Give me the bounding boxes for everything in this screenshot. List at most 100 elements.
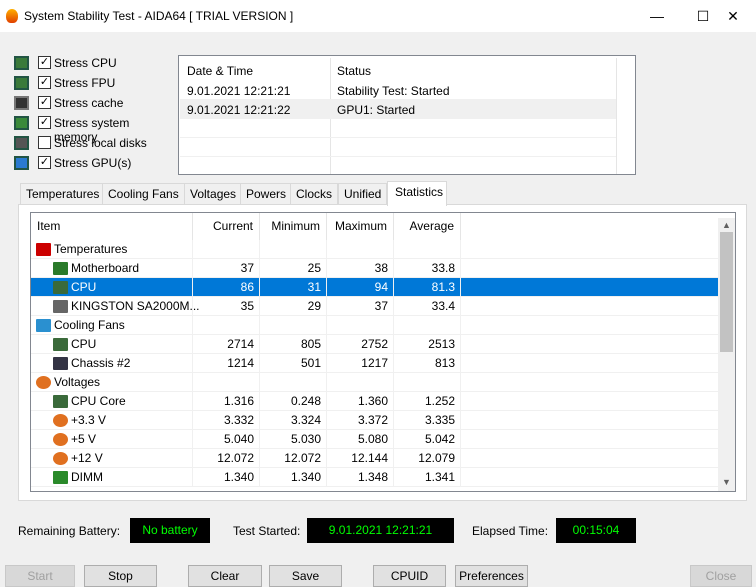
stress-option[interactable]: Stress local disks: [0, 133, 170, 153]
stat-value: 5.080: [327, 430, 394, 449]
stat-value: 35: [193, 297, 260, 316]
empty-cell: [394, 373, 461, 392]
table-row[interactable]: CPU Core 1.316 0.248 1.360 1.252: [31, 392, 719, 411]
stress-label: Stress cache: [54, 96, 124, 110]
stat-value: 3.332: [193, 411, 260, 430]
tab-voltages[interactable]: Voltages: [184, 183, 243, 205]
tab-unified[interactable]: Unified: [338, 183, 388, 205]
stress-checkbox[interactable]: ✓: [38, 76, 51, 89]
scroll-down-icon[interactable]: ▼: [722, 477, 731, 487]
stat-value: 1.360: [327, 392, 394, 411]
table-row[interactable]: +5 V 5.040 5.030 5.080 5.042: [31, 430, 719, 449]
stat-value: 3.372: [327, 411, 394, 430]
stat-value: 5.040: [193, 430, 260, 449]
clear-button[interactable]: Clear: [188, 565, 262, 587]
stress-label: Stress local disks: [54, 136, 147, 150]
stat-value: 25: [260, 259, 327, 278]
scrollbar-thumb[interactable]: [720, 232, 733, 352]
stat-value: 2752: [327, 335, 394, 354]
stress-checkbox[interactable]: ✓: [38, 156, 51, 169]
table-row[interactable]: +3.3 V 3.332 3.324 3.372 3.335: [31, 411, 719, 430]
log-datetime: 9.01.2021 12:21:22: [187, 103, 291, 117]
battery-value: No battery: [130, 518, 210, 543]
stat-value: 94: [327, 278, 394, 297]
col-header-maximum[interactable]: Maximum: [327, 213, 394, 240]
close-button[interactable]: Close: [690, 565, 752, 587]
table-row[interactable]: +12 V 12.072 12.072 12.144 12.079: [31, 449, 719, 468]
stress-option[interactable]: ✓ Stress cache: [0, 93, 170, 113]
elapsed-time-value: 00:15:04: [556, 518, 636, 543]
stress-option[interactable]: ✓ Stress system memory: [0, 113, 170, 144]
table-row[interactable]: KINGSTON SA2000M... 35 29 37 33.4: [31, 297, 719, 316]
preferences-button[interactable]: Preferences: [455, 565, 528, 587]
tab-clocks[interactable]: Clocks: [290, 183, 339, 205]
stat-value: 2714: [193, 335, 260, 354]
stress-checkbox[interactable]: ✓: [38, 96, 51, 109]
scroll-up-icon[interactable]: ▲: [722, 220, 731, 230]
test-started-value: 9.01.2021 12:21:21: [307, 518, 454, 543]
col-header-current[interactable]: Current: [193, 213, 260, 240]
stress-option[interactable]: ✓ Stress FPU: [0, 73, 170, 93]
stat-value: 1.340: [260, 468, 327, 487]
group-row[interactable]: Voltages: [31, 373, 719, 392]
tab-powers[interactable]: Powers: [240, 183, 293, 205]
stat-value: 33.4: [394, 297, 461, 316]
log-status: GPU1: Started: [337, 103, 416, 117]
tab-temperatures[interactable]: Temperatures: [20, 183, 106, 205]
save-button[interactable]: Save: [269, 565, 342, 587]
stop-button[interactable]: Stop: [84, 565, 157, 587]
stat-value: 1217: [327, 354, 394, 373]
stat-value: 12.072: [193, 449, 260, 468]
stat-value: 1.341: [394, 468, 461, 487]
table-row[interactable]: CPU 86 31 94 81.3: [31, 278, 719, 297]
empty-cell: [327, 240, 394, 259]
fpu-icon: [14, 76, 29, 90]
table-row[interactable]: CPU 2714 805 2752 2513: [31, 335, 719, 354]
log-datetime: 9.01.2021 12:21:21: [187, 84, 291, 98]
stress-checkbox[interactable]: ✓: [38, 116, 51, 129]
table-row[interactable]: Chassis #2 1214 501 1217 813: [31, 354, 719, 373]
empty-cell: [394, 316, 461, 335]
col-header-item[interactable]: Item: [31, 213, 193, 240]
table-row[interactable]: Motherboard 37 25 38 33.8: [31, 259, 719, 278]
stat-value: 37: [193, 259, 260, 278]
table-row[interactable]: DIMM 1.340 1.340 1.348 1.341: [31, 468, 719, 487]
stress-checkbox[interactable]: [38, 136, 51, 149]
stress-checkbox[interactable]: ✓: [38, 56, 51, 69]
col-header-average[interactable]: Average: [394, 213, 461, 240]
battery-label: Remaining Battery:: [18, 524, 121, 538]
stat-value: 1214: [193, 354, 260, 373]
stress-option[interactable]: ✓ Stress GPU(s): [0, 153, 170, 173]
stat-value: 12.144: [327, 449, 394, 468]
stat-value: 12.079: [394, 449, 461, 468]
stat-value: 2513: [394, 335, 461, 354]
log-row[interactable]: 9.01.2021 12:21:22 GPU1: Started: [180, 100, 616, 119]
stress-option[interactable]: ✓ Stress CPU: [0, 53, 170, 73]
log-header-status: Status: [337, 64, 372, 78]
tab-cooling-fans[interactable]: Cooling Fans: [102, 183, 185, 205]
stat-value: 86: [193, 278, 260, 297]
empty-cell: [394, 240, 461, 259]
minimize-button[interactable]: —: [634, 0, 680, 32]
stat-value: 37: [327, 297, 394, 316]
stat-value: 5.042: [394, 430, 461, 449]
log-row[interactable]: 9.01.2021 12:21:21 Stability Test: Start…: [180, 81, 616, 100]
stat-value: 0.248: [260, 392, 327, 411]
tab-statistics[interactable]: Statistics: [387, 181, 447, 206]
cpuid-button[interactable]: CPUID: [373, 565, 446, 587]
group-row[interactable]: Temperatures: [31, 240, 719, 259]
empty-cell: [327, 316, 394, 335]
col-header-minimum[interactable]: Minimum: [260, 213, 327, 240]
window-title: System Stability Test - AIDA64 [ TRIAL V…: [24, 9, 294, 23]
disk-icon: [14, 136, 29, 150]
stress-label: Stress GPU(s): [54, 156, 132, 170]
cache-chip-icon: [14, 96, 29, 110]
close-window-button[interactable]: ✕: [710, 0, 756, 32]
stat-value: 5.030: [260, 430, 327, 449]
start-button[interactable]: Start: [5, 565, 75, 587]
group-row[interactable]: Cooling Fans: [31, 316, 719, 335]
empty-cell: [193, 240, 260, 259]
stress-options: ✓ Stress CPU ✓ Stress FPU ✓ Stress cache…: [0, 53, 175, 178]
elapsed-time-label: Elapsed Time:: [472, 524, 549, 538]
gpu-icon: [14, 156, 29, 170]
